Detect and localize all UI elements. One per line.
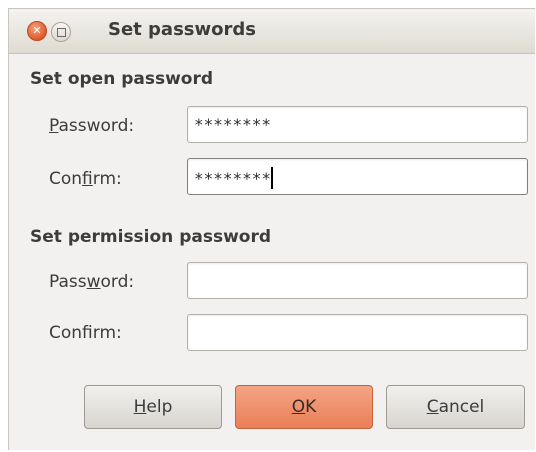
- permission-password-label-pre: Pass: [49, 272, 87, 292]
- permission-password-label-post: ord:: [100, 272, 135, 292]
- open-password-input[interactable]: ********: [187, 106, 528, 143]
- text-caret: [271, 167, 274, 189]
- open-confirm-label-post: irm:: [92, 169, 122, 189]
- ok-button-rest: K: [305, 397, 317, 417]
- open-confirm-value: ********: [194, 169, 272, 188]
- close-icon[interactable]: ✕: [27, 21, 47, 41]
- permission-password-label-mnemonic: w: [86, 272, 101, 292]
- open-password-heading: Set open password: [30, 69, 214, 89]
- ok-button-mnemonic: O: [291, 397, 306, 417]
- ok-button[interactable]: OK: [235, 385, 373, 429]
- permission-confirm-input[interactable]: [187, 314, 528, 351]
- open-password-label: Password:: [49, 116, 134, 136]
- permission-password-label: Password:: [49, 272, 134, 292]
- cancel-button[interactable]: Cancel: [386, 385, 525, 429]
- set-passwords-dialog: ✕ Set passwords Set open password Passwo…: [8, 8, 535, 450]
- open-confirm-label: Confirm:: [49, 169, 122, 189]
- help-button-rest: elp: [146, 397, 173, 417]
- cancel-button-rest: ancel: [438, 397, 485, 417]
- open-confirm-input[interactable]: ********: [187, 158, 528, 195]
- help-button[interactable]: Help: [84, 385, 222, 429]
- permission-password-heading: Set permission password: [30, 227, 272, 247]
- permission-password-input[interactable]: [187, 262, 528, 299]
- open-password-value: ********: [194, 115, 272, 134]
- cancel-button-mnemonic: C: [426, 397, 439, 417]
- open-password-label-mnemonic: P: [49, 116, 59, 136]
- maximize-icon[interactable]: [51, 22, 71, 42]
- permission-confirm-label: Confirm:: [49, 323, 122, 343]
- help-button-mnemonic: H: [133, 397, 147, 417]
- window-title: Set passwords: [108, 19, 256, 40]
- title-bar: ✕ Set passwords: [9, 9, 535, 54]
- open-confirm-label-mnemonic: f: [82, 169, 93, 189]
- open-confirm-label-pre: Con: [49, 169, 83, 189]
- open-password-label-rest: assword:: [58, 116, 135, 136]
